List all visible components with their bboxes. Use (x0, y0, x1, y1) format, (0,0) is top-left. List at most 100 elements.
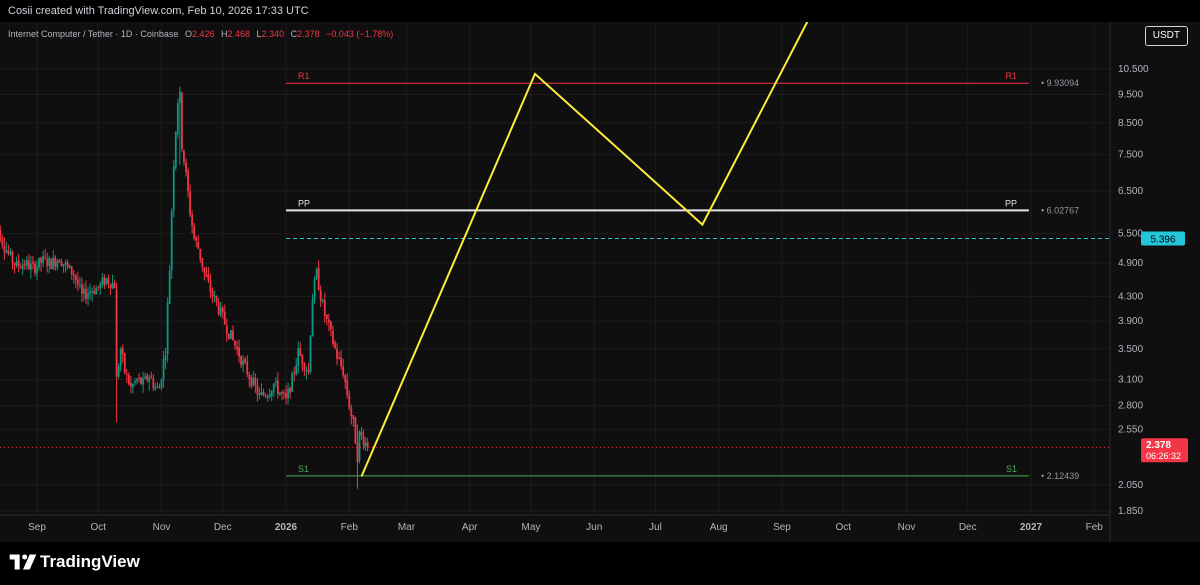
candle[interactable] (129, 376, 132, 393)
candle[interactable] (232, 325, 234, 341)
candle[interactable] (150, 371, 153, 379)
candle[interactable] (252, 371, 255, 387)
candle[interactable] (25, 256, 28, 270)
candle[interactable] (305, 366, 308, 380)
candle[interactable] (299, 342, 302, 357)
candle[interactable] (230, 329, 232, 340)
candle[interactable] (142, 371, 145, 393)
candle[interactable] (68, 264, 71, 269)
candle[interactable] (211, 287, 214, 304)
candle[interactable] (266, 394, 269, 403)
candle[interactable] (250, 374, 253, 389)
candle[interactable] (242, 355, 245, 373)
candle[interactable] (85, 280, 87, 304)
tradingview-brand[interactable]: TradingView (8, 547, 140, 577)
candle[interactable] (70, 266, 73, 280)
candle[interactable] (193, 222, 196, 241)
candle[interactable] (338, 351, 340, 360)
candle[interactable] (23, 259, 26, 270)
candle[interactable] (240, 355, 243, 369)
candle[interactable] (101, 272, 104, 288)
candle[interactable] (42, 250, 45, 268)
candle[interactable] (168, 265, 171, 305)
symbol-title[interactable]: Internet Computer / Tether · 1D · Coinba… (8, 29, 178, 39)
candle[interactable] (183, 149, 185, 166)
candle[interactable] (144, 372, 147, 380)
candle[interactable] (201, 258, 204, 272)
candle[interactable] (295, 357, 298, 376)
candle[interactable] (156, 381, 159, 389)
candle[interactable] (352, 414, 355, 427)
candle[interactable] (89, 283, 91, 300)
candle[interactable] (127, 371, 130, 386)
candle[interactable] (189, 184, 191, 217)
candle[interactable] (244, 357, 247, 365)
candle[interactable] (207, 267, 210, 284)
candle[interactable] (95, 285, 98, 295)
candle[interactable] (272, 382, 275, 397)
candle[interactable] (309, 334, 312, 374)
candle[interactable] (303, 361, 306, 376)
candle[interactable] (11, 250, 14, 270)
candle[interactable] (181, 91, 183, 153)
candle[interactable] (176, 98, 179, 139)
candle[interactable] (276, 372, 279, 399)
candle[interactable] (54, 255, 57, 271)
candle[interactable] (358, 430, 361, 464)
candle[interactable] (48, 255, 51, 274)
candle[interactable] (52, 250, 55, 271)
candle[interactable] (319, 285, 322, 308)
candle[interactable] (287, 382, 289, 405)
candle[interactable] (254, 373, 257, 393)
candle[interactable] (291, 371, 294, 393)
candle[interactable] (215, 295, 218, 307)
candle[interactable] (217, 297, 220, 316)
candle[interactable] (297, 340, 300, 374)
candle[interactable] (83, 283, 85, 302)
candle[interactable] (268, 388, 271, 399)
candle[interactable] (221, 305, 224, 319)
candle[interactable] (364, 436, 367, 452)
candle[interactable] (152, 374, 155, 392)
candle[interactable] (9, 247, 12, 257)
symbol-legend[interactable]: Internet Computer / Tether · 1D · Coinba… (8, 29, 393, 39)
candle[interactable] (260, 383, 263, 396)
candle[interactable] (187, 167, 189, 198)
candle[interactable] (27, 254, 30, 271)
candle[interactable] (197, 235, 200, 250)
candle[interactable] (236, 340, 238, 356)
candle[interactable] (87, 286, 89, 306)
candle[interactable] (321, 298, 324, 304)
candle[interactable] (170, 208, 173, 279)
candle[interactable] (283, 389, 285, 400)
candle[interactable] (313, 276, 316, 304)
candle[interactable] (78, 276, 81, 289)
candle[interactable] (256, 378, 259, 402)
candle[interactable] (38, 257, 40, 271)
candle[interactable] (366, 437, 369, 452)
candle[interactable] (199, 248, 202, 264)
candle[interactable] (72, 269, 75, 284)
candle[interactable] (172, 160, 175, 218)
candle[interactable] (109, 283, 112, 295)
candle[interactable] (0, 225, 2, 242)
candle[interactable] (154, 382, 157, 391)
candle[interactable] (76, 271, 79, 291)
candle[interactable] (238, 339, 240, 363)
candle[interactable] (91, 287, 94, 302)
candle[interactable] (125, 368, 128, 383)
candle[interactable] (3, 237, 6, 261)
candle[interactable] (166, 297, 169, 363)
candle[interactable] (62, 264, 65, 273)
price-chart[interactable]: R1 R1• 9.93094PP PP• 6.02767S1 S1• 2.12439 … (0, 22, 1200, 542)
candle[interactable] (219, 301, 222, 318)
candle[interactable] (332, 325, 334, 347)
candle[interactable] (185, 158, 187, 177)
candle[interactable] (7, 244, 10, 256)
candle[interactable] (148, 374, 151, 391)
candle[interactable] (225, 318, 228, 342)
candle[interactable] (191, 210, 194, 234)
candle[interactable] (29, 256, 32, 279)
candle[interactable] (107, 274, 110, 289)
candle[interactable] (111, 274, 114, 290)
